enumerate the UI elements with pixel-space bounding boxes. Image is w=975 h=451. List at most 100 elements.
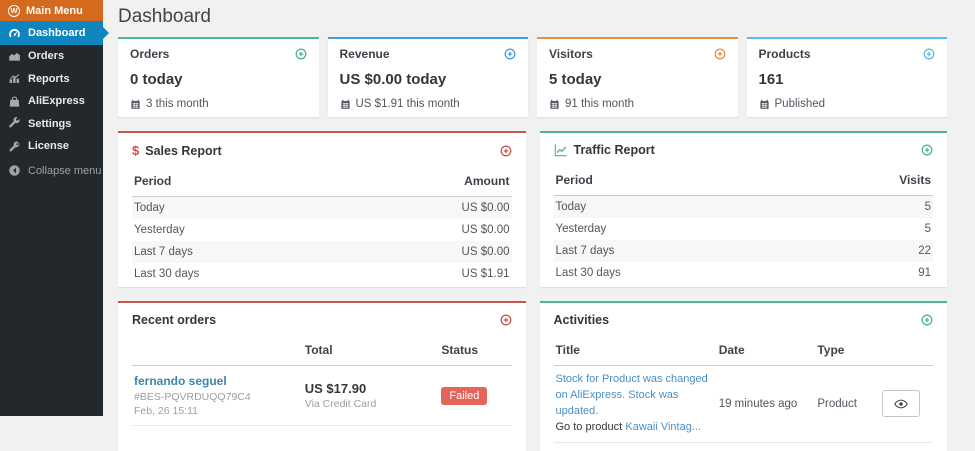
stat-card-label: Products — [758, 47, 811, 61]
stat-card-value: US $0.00 today — [339, 71, 447, 88]
recent-orders-title: Recent orders — [132, 313, 217, 327]
stat-card-subtext: US $1.91 this month — [355, 98, 460, 110]
sidebar-item-license[interactable]: License — [0, 135, 103, 158]
circle-plus-icon[interactable] — [500, 314, 512, 326]
visits-cell: 91 — [918, 267, 931, 279]
circle-plus-icon[interactable] — [921, 144, 933, 156]
visits-cell: 22 — [743, 240, 933, 262]
table-row: Today 5 — [553, 195, 933, 218]
amount-cell: US $0.00 — [461, 224, 510, 236]
sidebar-item-label: License — [28, 140, 69, 153]
key-icon — [9, 141, 20, 152]
table-row: Today US $0.00 — [132, 196, 512, 219]
active-item-arrow — [103, 27, 109, 39]
column-header-status: Status — [439, 333, 512, 366]
circle-plus-icon[interactable] — [500, 145, 512, 157]
column-header-date: Date — [716, 333, 816, 366]
sidebar-item-label: Dashboard — [28, 27, 86, 39]
calendar-icon — [340, 99, 350, 109]
bar-chart-icon — [9, 74, 20, 84]
order-total: US $17.90 — [304, 380, 367, 396]
period-cell: Yesterday — [555, 223, 607, 235]
visits-cell: 5 — [743, 195, 933, 218]
activities-panel: Activities Title Date Type Stock for Pro… — [539, 301, 947, 451]
bottom-row: Recent orders Total Status fernando segu… — [118, 301, 947, 451]
amount-cell: US $0.00 — [321, 196, 512, 219]
sidebar-item-collapse-menu[interactable]: Collapse menu — [0, 160, 103, 183]
column-header-period: Period — [132, 164, 322, 197]
customer-link[interactable]: fernando seguel — [134, 374, 227, 388]
view-activity-button[interactable] — [881, 390, 920, 418]
recent-orders-panel: Recent orders Total Status fernando segu… — [118, 301, 526, 451]
sales-report-title: Sales Report — [145, 143, 222, 158]
recent-orders-table: Total Status fernando seguel #BES-PQVRDU… — [132, 333, 512, 426]
shopping-bag-icon — [9, 96, 20, 107]
sales-report-table: Period Amount Today US $0.00 Yesterday U… — [132, 164, 512, 285]
sidebar-item-main-menu[interactable]: W Main Menu — [0, 0, 103, 21]
table-row: Last 30 days 91 — [554, 262, 934, 284]
stat-card-orders: Orders 0 today 3 this month — [118, 37, 319, 117]
traffic-report-panel: Traffic Report Period Visits Today 5 Yes… — [539, 131, 947, 287]
activity-title-link[interactable]: Stock for Product was changed on AliExpr… — [556, 373, 708, 417]
goto-product-text: Go to product — [555, 420, 623, 433]
column-header-type: Type — [815, 333, 880, 366]
sidebar-item-reports[interactable]: Reports — [0, 68, 103, 91]
gauge-icon — [9, 28, 20, 37]
table-row: Last 30 days US $1.91 — [132, 263, 512, 285]
period-cell: Today — [553, 195, 744, 218]
circle-plus-icon[interactable] — [504, 48, 516, 60]
product-link[interactable]: Kawaii Vintag... — [625, 421, 701, 433]
circle-plus-icon[interactable] — [923, 48, 935, 60]
sidebar-item-settings[interactable]: Settings — [0, 113, 103, 136]
sidebar-item-label: Reports — [28, 72, 70, 85]
stat-card-subtext: Published — [774, 98, 826, 110]
calendar-icon — [550, 99, 559, 109]
sales-report-panel: $ Sales Report Period Amount Today US $0… — [118, 131, 526, 287]
circle-plus-icon[interactable] — [714, 48, 726, 60]
order-id: #BES-PQVRDUQQ79C4 — [134, 390, 251, 403]
wordpress-logo-icon: W — [8, 4, 20, 17]
sidebar-item-label: Collapse menu — [28, 164, 102, 177]
sidebar-item-label: Orders — [28, 50, 65, 63]
stat-card-value: 161 — [758, 71, 784, 88]
table-row: Yesterday US $0.00 — [132, 219, 512, 241]
activities-title: Activities — [553, 313, 610, 327]
column-header-period: Period — [553, 163, 744, 196]
sidebar-item-dashboard[interactable]: Dashboard — [0, 21, 109, 45]
activity-type: Product — [815, 365, 880, 443]
period-cell: Last 30 days — [134, 268, 200, 280]
activities-table: Title Date Type Stock for Product was ch… — [553, 333, 933, 443]
column-header-visits: Visits — [743, 163, 933, 196]
sidebar-item-orders[interactable]: Orders — [0, 45, 103, 68]
stat-card-value: 0 today — [130, 71, 183, 88]
stat-card-subtext: 91 this month — [565, 98, 635, 110]
column-header-total: Total — [302, 333, 440, 366]
sidebar-item-label: AliExpress — [28, 95, 85, 108]
main-content: Dashboard Orders 0 today 3 this month Re… — [103, 0, 975, 451]
stat-card-label: Orders — [130, 47, 170, 61]
stat-card-visitors: Visitors 5 today 91 this month — [537, 37, 738, 117]
sidebar-item-aliexpress[interactable]: AliExpress — [0, 90, 103, 113]
amount-cell: US $1.91 — [461, 268, 510, 280]
amount-cell: US $0.00 — [321, 241, 512, 263]
collapse-circle-icon — [9, 165, 20, 177]
calendar-icon — [759, 99, 769, 109]
wrench-icon — [9, 117, 20, 128]
dollar-icon: $ — [132, 143, 140, 158]
eye-icon — [894, 399, 908, 409]
status-badge: Failed — [441, 386, 488, 405]
table-row: Last 7 days 22 — [553, 240, 933, 262]
line-chart-icon — [554, 144, 567, 157]
admin-sidebar: W Main Menu Dashboard Orders Reports Ali… — [0, 0, 109, 416]
table-row: Yesterday 5 — [554, 218, 934, 240]
stat-cards-row: Orders 0 today 3 this month Revenue US $… — [118, 37, 947, 117]
circle-plus-icon[interactable] — [921, 314, 933, 326]
traffic-report-title: Traffic Report — [573, 143, 655, 157]
area-chart-icon — [9, 52, 20, 61]
sidebar-item-label: Settings — [28, 117, 72, 130]
traffic-report-table: Period Visits Today 5 Yesterday 5 Last 7… — [553, 163, 934, 284]
period-cell: Yesterday — [134, 224, 185, 236]
table-row: Last 7 days US $0.00 — [132, 241, 512, 263]
activity-date: 19 minutes ago — [716, 365, 816, 443]
circle-plus-icon[interactable] — [295, 48, 307, 60]
